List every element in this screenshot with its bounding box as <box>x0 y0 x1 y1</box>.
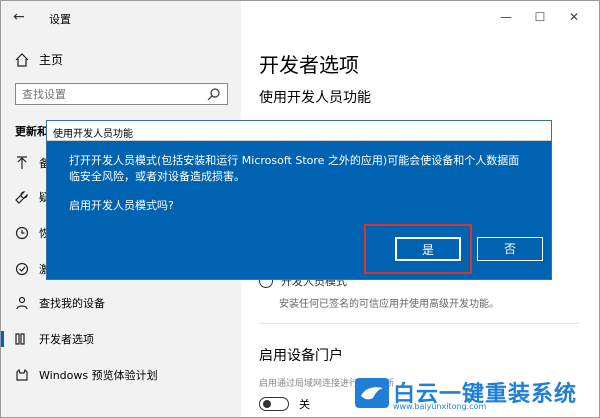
bird-logo-icon <box>355 378 389 408</box>
sidebar-item-activation[interactable]: 激 <box>15 259 50 279</box>
sidebar-item-label: 主页 <box>39 53 64 67</box>
sidebar-item-troubleshoot[interactable]: 疑 <box>15 187 50 207</box>
wrench-icon <box>15 191 28 204</box>
dialog-message: 打开开发人员模式(包括安装和运行 Microsoft Store 之外的应用)可… <box>69 154 520 183</box>
sidebar-item-label: 开发者选项 <box>39 333 94 346</box>
page-title: 开发者选项 <box>259 53 359 77</box>
sidebar-item-label: Windows 预览体验计划 <box>39 369 158 382</box>
developer-icon <box>15 333 25 345</box>
sidebar-item-label: 查找我的设备 <box>39 297 105 310</box>
watermark-url: www.baiyunxitong.com <box>393 402 487 411</box>
sidebar-item-windows-insider[interactable]: Windows 预览体验计划 <box>15 365 158 385</box>
check-circle-icon <box>15 262 29 276</box>
window-controls: — ☐ ✕ <box>489 7 591 27</box>
history-icon <box>15 226 29 240</box>
radio-description: 安装任何已签名的可信应用并使用高级开发功能。 <box>279 299 499 310</box>
dialog-titlebar: 使用开发人员功能 <box>47 121 551 141</box>
sidebar-item-recovery[interactable]: 恢 <box>15 223 50 243</box>
back-arrow-icon[interactable]: ← <box>13 9 31 25</box>
search-box[interactable] <box>15 83 228 105</box>
dialog-title: 使用开发人员功能 <box>53 129 133 140</box>
window-title: 设置 <box>49 13 71 26</box>
device-portal-toggle[interactable] <box>259 397 289 411</box>
search-icon[interactable] <box>207 87 221 101</box>
device-portal-title: 启用设备门户 <box>259 348 343 364</box>
upload-icon <box>17 156 27 169</box>
divider <box>259 323 579 324</box>
developer-mode-dialog: 使用开发人员功能 打开开发人员模式(包括安装和运行 Microsoft Stor… <box>46 120 552 280</box>
sidebar-item-developer-options[interactable]: 开发者选项 <box>1 329 94 349</box>
person-pin-icon <box>16 296 28 310</box>
toggle-state-label: 关 <box>299 398 310 411</box>
home-icon <box>15 52 29 67</box>
sidebar-section-header: 更新和 <box>15 125 48 138</box>
search-input[interactable] <box>22 87 202 101</box>
minimize-icon[interactable]: — <box>489 7 523 27</box>
section-title: 使用开发人员功能 <box>259 90 371 106</box>
sidebar-item-home[interactable]: 主页 <box>15 51 63 68</box>
dialog-question: 启用开发人员模式吗? <box>69 199 174 212</box>
maximize-icon[interactable]: ☐ <box>523 7 557 27</box>
watermark: 白云一键重装系统 www.baiyunxitong.com <box>355 374 595 414</box>
close-icon[interactable]: ✕ <box>557 7 591 27</box>
highlight-box <box>364 224 472 274</box>
device-portal-toggle-row: 关 <box>259 396 310 412</box>
no-button[interactable]: 否 <box>477 237 543 261</box>
sidebar-item-backup[interactable]: 备 <box>15 153 50 173</box>
sidebar-item-find-my-device[interactable]: 查找我的设备 <box>15 293 105 313</box>
cat-icon <box>16 368 28 381</box>
